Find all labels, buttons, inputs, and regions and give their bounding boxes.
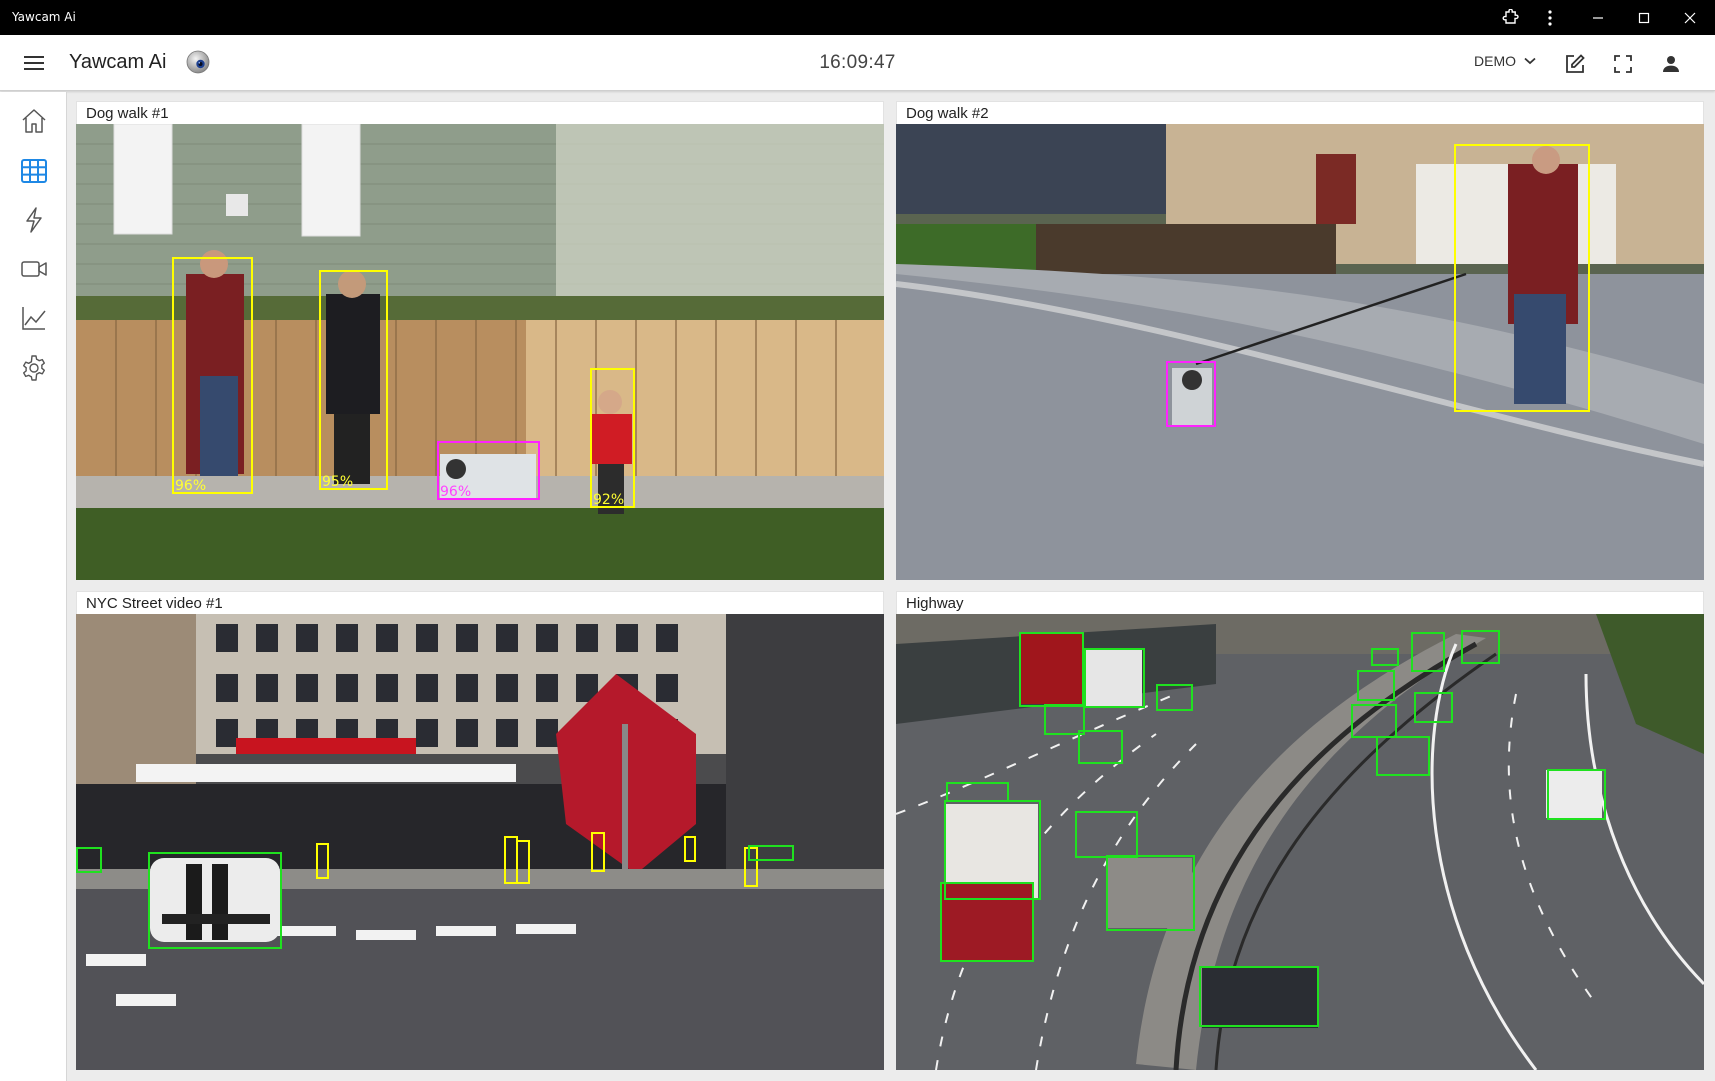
person-detection-box xyxy=(1454,144,1590,412)
vehicle-detection-box xyxy=(1075,811,1138,858)
vehicle-detection-box xyxy=(1199,966,1319,1027)
window-title: Yawcam Ai xyxy=(12,10,76,24)
camera-title: Dog walk #1 xyxy=(76,101,884,124)
vehicle-detection-box xyxy=(1371,648,1399,666)
profile-label: DEMO xyxy=(1474,53,1516,69)
camera-tile-dog-walk-2[interactable]: Dog walk #2 xyxy=(896,101,1704,580)
vehicle-detection-box xyxy=(1376,736,1430,776)
vehicle-detection-box xyxy=(76,847,102,873)
minimize-icon[interactable] xyxy=(1576,0,1620,35)
person-detection-box xyxy=(516,840,530,884)
person-detection-box: 95% xyxy=(319,270,388,490)
person-detection-box xyxy=(591,832,605,872)
vehicle-detection-box xyxy=(1084,648,1145,708)
person-detection-box: 96% xyxy=(172,257,253,494)
vehicle-detection-box xyxy=(1351,704,1397,738)
vehicle-detection-box xyxy=(1078,730,1123,764)
sidebar-item-home[interactable] xyxy=(16,103,52,139)
sidebar-item-grid[interactable] xyxy=(16,153,52,189)
more-vertical-icon[interactable] xyxy=(1528,0,1572,35)
camera-feed-video[interactable] xyxy=(76,614,884,1070)
person-icon[interactable] xyxy=(1657,50,1685,78)
hamburger-icon[interactable] xyxy=(18,49,50,77)
sidebar xyxy=(0,92,67,1081)
camera-tile-nyc-street-1[interactable]: NYC Street video #1 xyxy=(76,591,884,1070)
camera-feed-video[interactable] xyxy=(896,124,1704,580)
camera-title: Highway xyxy=(896,591,1704,614)
app-title: Yawcam Ai xyxy=(69,51,167,73)
detection-confidence: 96% xyxy=(175,478,207,494)
vehicle-detection-box xyxy=(1411,632,1445,672)
maximize-icon[interactable] xyxy=(1622,0,1666,35)
line-chart-icon xyxy=(22,307,46,330)
vehicle-detection-box xyxy=(1414,692,1453,723)
vehicle-detection-box xyxy=(748,845,794,861)
chevron-down-icon xyxy=(1524,57,1536,65)
vehicle-detection-box xyxy=(1156,684,1193,711)
dog-detection-box xyxy=(1166,361,1216,427)
app-header: Yawcam Ai 16:09:47 DEMO xyxy=(0,35,1715,91)
clock: 16:09:47 xyxy=(819,52,896,73)
person-detection-box xyxy=(316,843,329,879)
window-title-bar: Yawcam Ai xyxy=(0,0,1715,35)
detection-confidence: 96% xyxy=(440,484,472,500)
sidebar-item-statistics[interactable] xyxy=(16,300,52,336)
dog-detection-box: 96% xyxy=(437,441,540,500)
person-detection-box: 92% xyxy=(590,368,635,508)
detection-confidence: 95% xyxy=(322,474,354,490)
edit-icon[interactable] xyxy=(1561,50,1589,78)
camera-tile-highway[interactable]: Highway xyxy=(896,591,1704,1070)
close-icon[interactable] xyxy=(1668,0,1712,35)
camera-feed-video[interactable] xyxy=(896,614,1704,1070)
sidebar-item-settings[interactable] xyxy=(16,350,52,386)
grid-icon xyxy=(21,159,47,183)
lightning-icon xyxy=(26,207,42,233)
camera-tile-dog-walk-1[interactable]: Dog walk #1 96% 95% 96% 92% xyxy=(76,101,884,580)
person-detection-box xyxy=(684,836,696,862)
extension-icon[interactable] xyxy=(1488,0,1532,35)
vehicle-detection-box xyxy=(940,882,1034,962)
vehicle-detection-box xyxy=(1357,670,1395,701)
webcam-lens-icon xyxy=(186,50,210,74)
gear-icon xyxy=(23,355,45,381)
camera-title: Dog walk #2 xyxy=(896,101,1704,124)
fullscreen-icon[interactable] xyxy=(1609,50,1637,78)
detection-confidence: 92% xyxy=(593,492,625,508)
vehicle-detection-box xyxy=(1019,632,1084,707)
sidebar-item-events[interactable] xyxy=(16,202,52,238)
camera-title: NYC Street video #1 xyxy=(76,591,884,614)
vehicle-detection-box xyxy=(1547,769,1606,820)
video-camera-icon xyxy=(21,261,47,277)
sidebar-item-cameras[interactable] xyxy=(16,251,52,287)
camera-feed-video[interactable]: 96% 95% 96% 92% xyxy=(76,124,884,580)
vehicle-detection-box xyxy=(1106,855,1195,931)
profile-selector[interactable]: DEMO xyxy=(1474,53,1536,69)
vehicle-detection-box xyxy=(148,852,282,949)
home-icon xyxy=(22,109,46,133)
vehicle-detection-box xyxy=(1461,630,1500,664)
vehicle-detection-box xyxy=(946,782,1009,802)
